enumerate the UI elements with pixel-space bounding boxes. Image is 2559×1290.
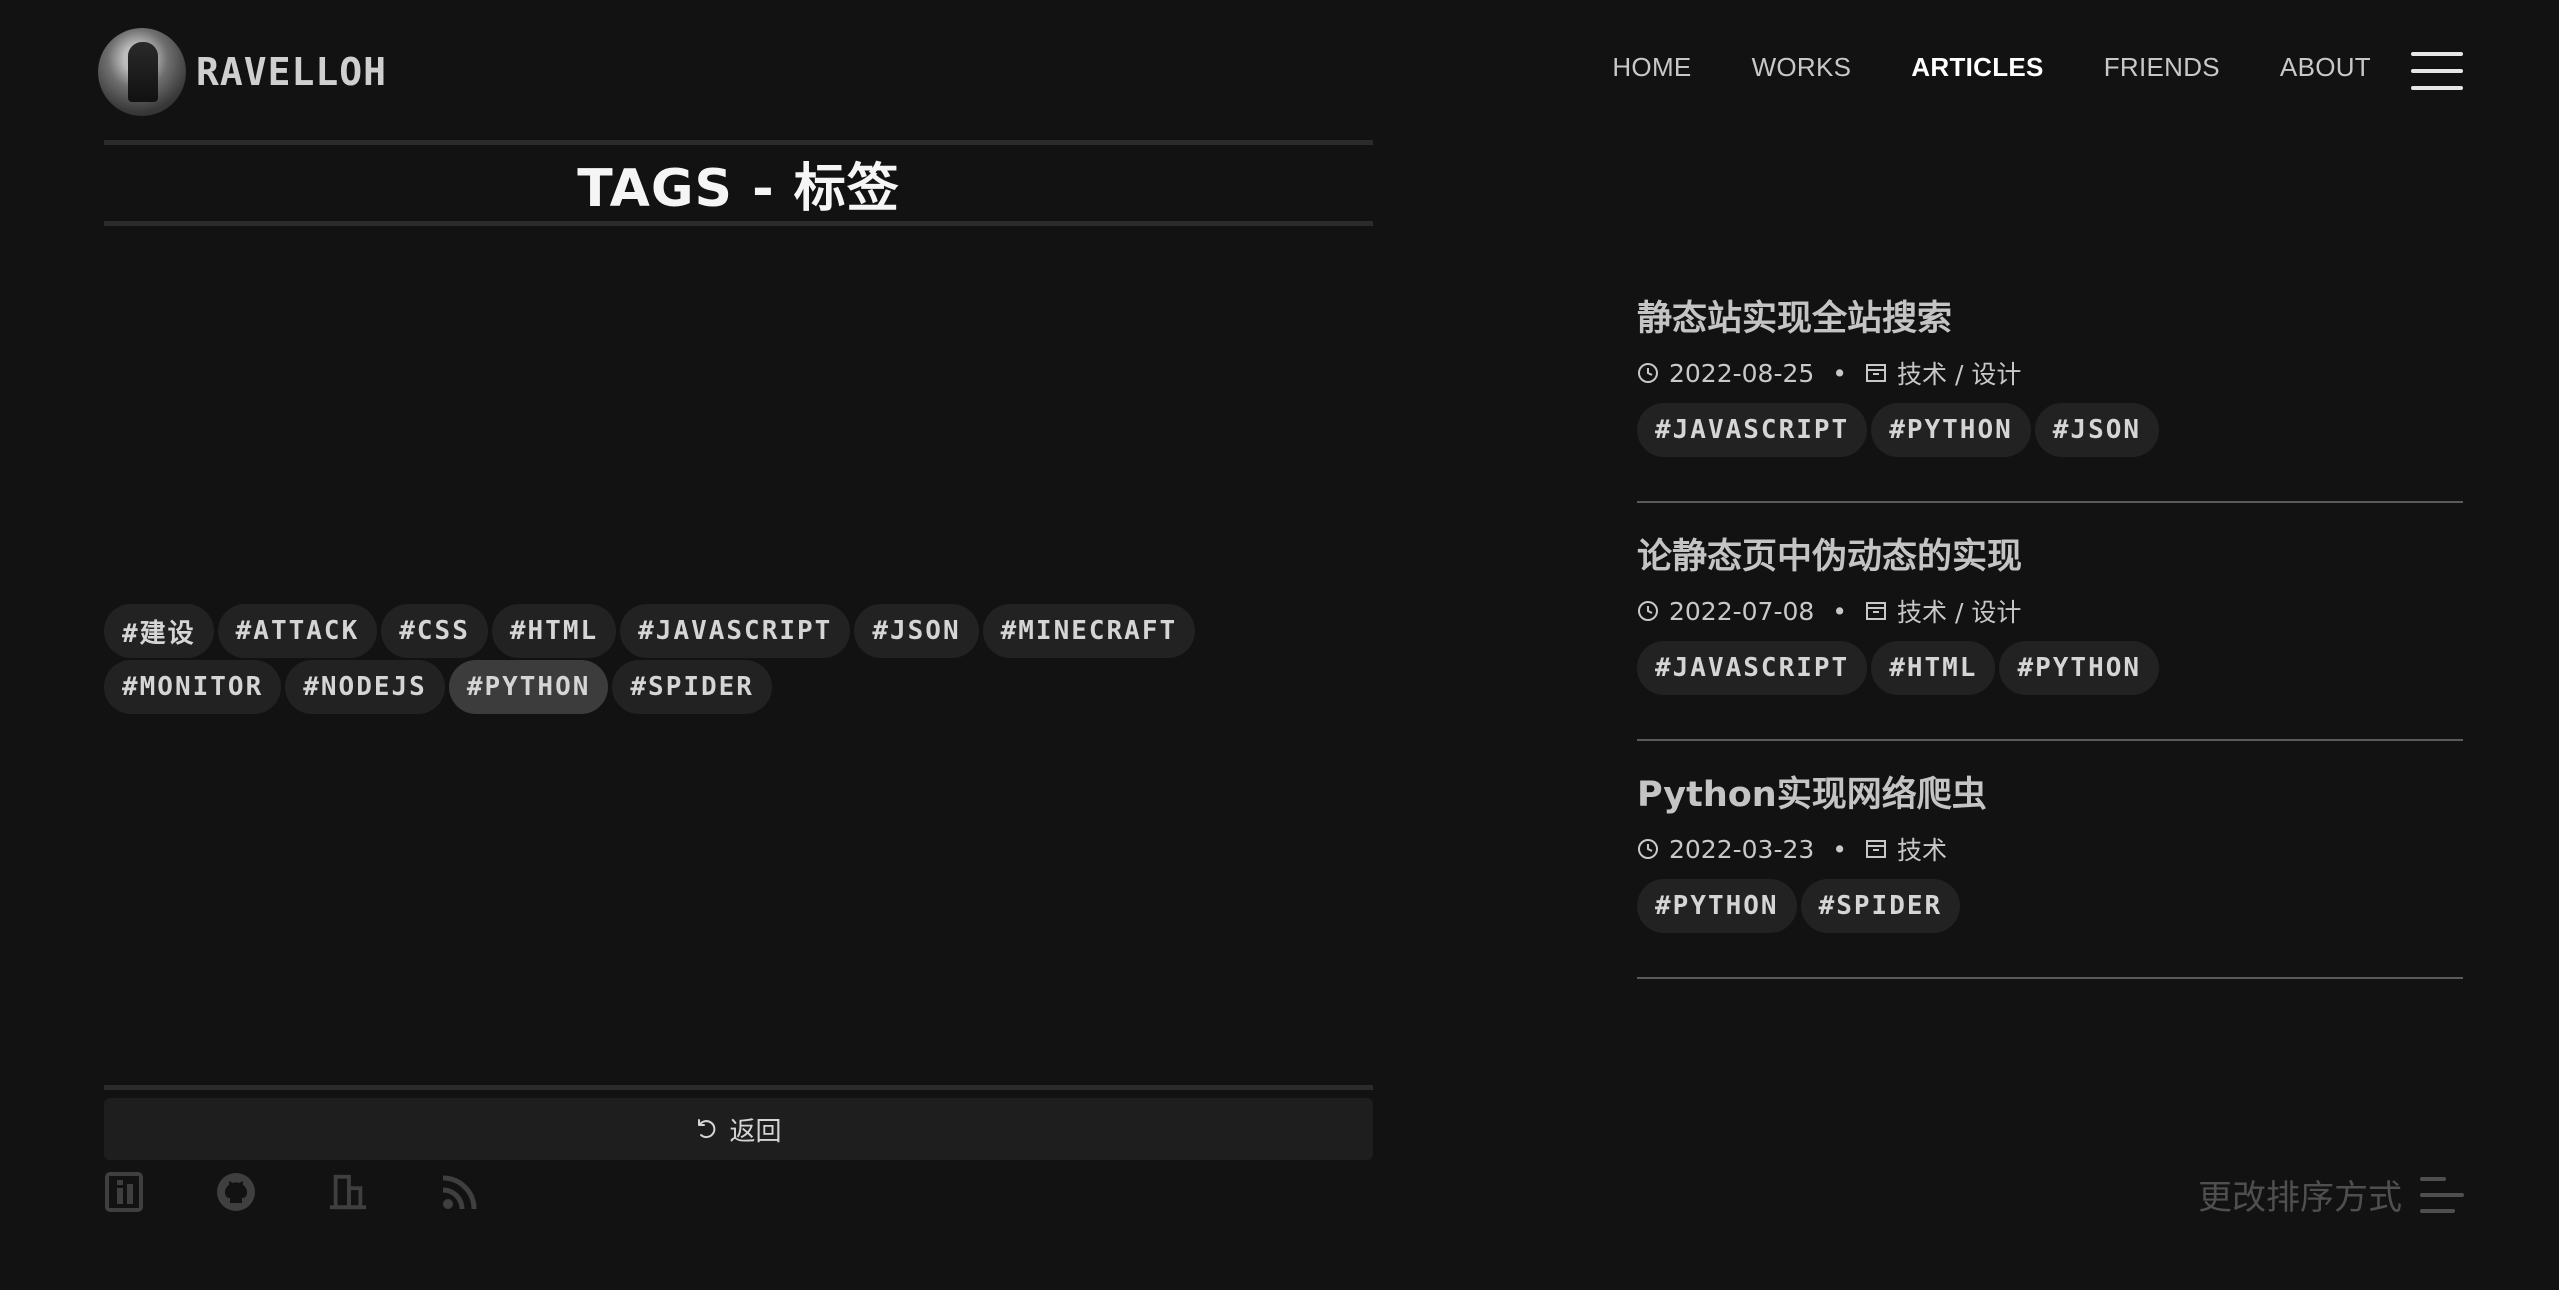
article-category: 技术 / 设计 bbox=[1897, 360, 2022, 389]
article-category: 技术 bbox=[1897, 836, 1948, 865]
archive-icon bbox=[1866, 840, 1887, 858]
article-tags: #JAVASCRIPT #PYTHON #JSON bbox=[1637, 403, 2463, 501]
tag-html[interactable]: #HTML bbox=[491, 604, 617, 658]
nav-home[interactable]: HOME bbox=[1612, 52, 1691, 83]
back-button[interactable]: 返回 bbox=[104, 1098, 1373, 1160]
brand-name: RAVELLOH bbox=[196, 50, 388, 94]
article-tags: #JAVASCRIPT #HTML #PYTHON bbox=[1637, 641, 2463, 739]
tag-json[interactable]: #JSON bbox=[2034, 403, 2160, 457]
article-title[interactable]: 静态站实现全站搜索 bbox=[1637, 290, 2463, 341]
clock-icon bbox=[1638, 601, 1658, 621]
building-icon[interactable] bbox=[328, 1170, 368, 1214]
tag-jianshe[interactable]: #建设 bbox=[104, 604, 214, 658]
article-meta: 2022-03-23 • 技术 bbox=[1637, 831, 2463, 867]
tag-attack[interactable]: #ATTACK bbox=[217, 604, 378, 658]
divider bbox=[104, 1085, 1373, 1090]
sort-button[interactable]: 更改排序方式 bbox=[2198, 1170, 2464, 1219]
tag-monitor[interactable]: #MONITOR bbox=[104, 660, 282, 714]
tag-cloud: #建设 #ATTACK #CSS #HTML #JAVASCRIPT #JSON… bbox=[104, 604, 1373, 714]
article-item[interactable]: 静态站实现全站搜索 2022-08-25 • 技术 / 设计 #JAVASCRI… bbox=[1637, 290, 2463, 503]
info-icon[interactable] bbox=[104, 1170, 144, 1214]
archive-icon bbox=[1866, 602, 1887, 620]
archive-icon bbox=[1866, 364, 1887, 382]
sort-label: 更改排序方式 bbox=[2198, 1178, 2402, 1218]
tag-spider[interactable]: #SPIDER bbox=[1800, 879, 1961, 933]
tag-python[interactable]: #PYTHON bbox=[1871, 403, 2031, 457]
tag-css[interactable]: #CSS bbox=[381, 604, 488, 658]
tag-nodejs[interactable]: #NODEJS bbox=[285, 660, 445, 714]
main-nav: HOME WORKS ARTICLES FRIENDS ABOUT bbox=[1612, 52, 2371, 83]
back-label: 返回 bbox=[729, 1116, 782, 1147]
article-tags: #PYTHON #SPIDER bbox=[1637, 879, 2463, 977]
article-date: 2022-07-08 bbox=[1669, 596, 1815, 626]
undo-icon bbox=[698, 1119, 716, 1139]
clock-icon bbox=[1638, 839, 1658, 859]
nav-articles[interactable]: ARTICLES bbox=[1911, 52, 2043, 83]
clock-icon bbox=[1638, 363, 1658, 383]
separator-dot: • bbox=[1832, 834, 1848, 864]
tag-python-selected[interactable]: #PYTHON bbox=[448, 660, 609, 714]
article-item[interactable]: 论静态页中伪动态的实现 2022-07-08 • 技术 / 设计 #JAVASC… bbox=[1637, 528, 2463, 741]
separator-dot: • bbox=[1832, 358, 1848, 388]
tag-python[interactable]: #PYTHON bbox=[1999, 641, 2160, 695]
page-title: TAGS - 标签 bbox=[577, 158, 900, 219]
tag-html[interactable]: #HTML bbox=[1871, 641, 1996, 695]
tag-json[interactable]: #JSON bbox=[854, 604, 979, 658]
site-logo[interactable]: RAVELLOH bbox=[98, 28, 387, 116]
tag-spider[interactable]: #SPIDER bbox=[612, 660, 772, 714]
tag-javascript[interactable]: #JAVASCRIPT bbox=[620, 604, 851, 658]
nav-works[interactable]: WORKS bbox=[1752, 52, 1852, 83]
avatar bbox=[98, 28, 186, 116]
tag-python[interactable]: #PYTHON bbox=[1637, 879, 1797, 933]
article-title[interactable]: Python实现网络爬虫 bbox=[1637, 766, 2463, 817]
article-category: 技术 / 设计 bbox=[1897, 598, 2022, 627]
article-item[interactable]: Python实现网络爬虫 2022-03-23 • 技术 #PYTHON #SP… bbox=[1637, 766, 2463, 979]
title-bar: TAGS - 标签 bbox=[104, 140, 1373, 226]
article-meta: 2022-07-08 • 技术 / 设计 bbox=[1637, 593, 2463, 629]
sort-icon bbox=[2420, 1173, 2464, 1217]
nav-about[interactable]: ABOUT bbox=[2280, 52, 2371, 83]
tag-javascript[interactable]: #JAVASCRIPT bbox=[1637, 641, 1868, 695]
tag-minecraft[interactable]: #MINECRAFT bbox=[982, 604, 1196, 658]
article-title[interactable]: 论静态页中伪动态的实现 bbox=[1637, 528, 2463, 579]
separator-dot: • bbox=[1832, 596, 1848, 626]
article-meta: 2022-08-25 • 技术 / 设计 bbox=[1637, 355, 2463, 391]
menu-icon[interactable] bbox=[2411, 52, 2463, 90]
article-date: 2022-03-23 bbox=[1669, 834, 1815, 864]
social-links bbox=[104, 1170, 480, 1214]
nav-friends[interactable]: FRIENDS bbox=[2104, 52, 2220, 83]
article-date: 2022-08-25 bbox=[1669, 358, 1815, 388]
github-icon[interactable] bbox=[216, 1170, 256, 1214]
tag-javascript[interactable]: #JAVASCRIPT bbox=[1637, 403, 1868, 457]
rss-icon[interactable] bbox=[440, 1170, 480, 1214]
